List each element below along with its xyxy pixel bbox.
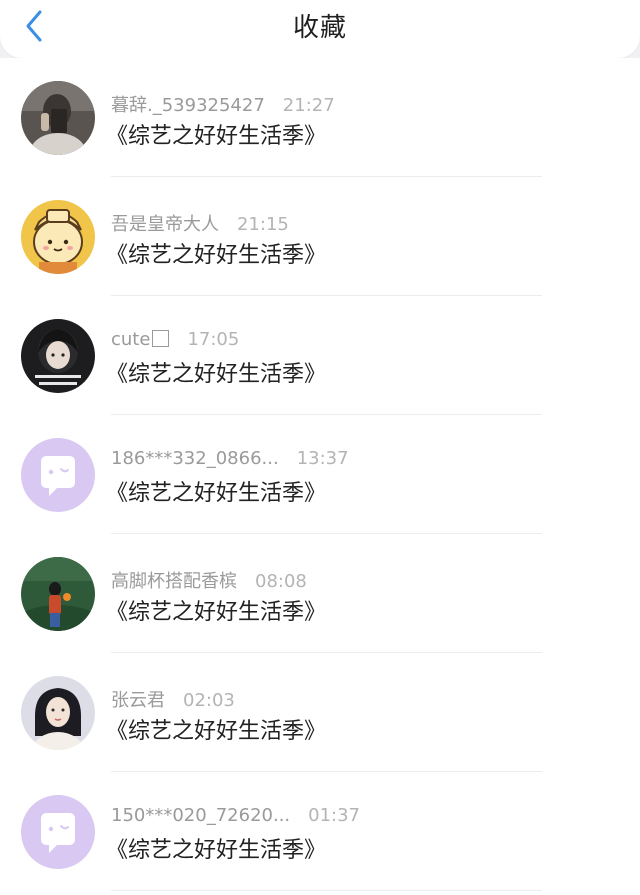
default-chat-bubble-icon: [21, 795, 95, 869]
timestamp: 08:08: [255, 571, 307, 592]
timestamp: 21:15: [237, 214, 289, 235]
avatar[interactable]: [21, 795, 95, 869]
item-meta: cute 17:05: [111, 329, 239, 350]
default-chat-bubble-icon: [21, 438, 95, 512]
item-meta: 吾是皇帝大人 21:15: [111, 210, 289, 236]
avatar[interactable]: [21, 557, 95, 631]
list-item[interactable]: 张云君 02:03 《综艺之好好生活季》: [0, 653, 640, 772]
avatar[interactable]: [21, 438, 95, 512]
item-content[interactable]: 《综艺之好好生活季》: [106, 118, 326, 150]
username[interactable]: 张云君: [111, 690, 165, 711]
avatar[interactable]: [21, 319, 95, 393]
username[interactable]: 高脚杯搭配香槟: [111, 571, 237, 592]
timestamp: 13:37: [296, 448, 349, 469]
list-item[interactable]: 暮辞._539325427 21:27 《综艺之好好生活季》: [0, 58, 640, 177]
divider: [111, 890, 542, 891]
item-content[interactable]: 《综艺之好好生活季》: [106, 832, 326, 864]
timestamp: 02:03: [183, 690, 235, 711]
timestamp: 17:05: [187, 329, 240, 350]
timestamp: 01:37: [308, 805, 361, 826]
item-content[interactable]: 《综艺之好好生活季》: [106, 237, 326, 269]
avatar[interactable]: [21, 676, 95, 750]
item-meta: 高脚杯搭配香槟 08:08: [111, 567, 307, 593]
list-item[interactable]: 150***020_72620... 01:37 《综艺之好好生活季》: [0, 772, 640, 891]
item-meta: 张云君 02:03: [111, 686, 235, 712]
list-item[interactable]: 吾是皇帝大人 21:15 《综艺之好好生活季》: [0, 177, 640, 296]
avatar[interactable]: [21, 200, 95, 274]
missing-glyph-icon: [152, 330, 170, 347]
username[interactable]: 吾是皇帝大人: [111, 214, 219, 235]
item-meta: 暮辞._539325427 21:27: [111, 91, 335, 117]
timestamp: 21:27: [282, 95, 335, 116]
username[interactable]: 186***332_0866...: [111, 448, 279, 469]
list-item[interactable]: 186***332_0866... 13:37 《综艺之好好生活季》: [0, 415, 640, 534]
username[interactable]: cute: [111, 329, 150, 350]
item-meta: 150***020_72620... 01:37: [111, 805, 360, 826]
item-content[interactable]: 《综艺之好好生活季》: [106, 713, 326, 745]
list-item[interactable]: 高脚杯搭配香槟 08:08 《综艺之好好生活季》: [0, 534, 640, 653]
username[interactable]: 150***020_72620...: [111, 805, 290, 826]
item-content[interactable]: 《综艺之好好生活季》: [106, 475, 326, 507]
list-item[interactable]: cute 17:05 《综艺之好好生活季》: [0, 296, 640, 415]
top-bar: 收藏: [0, 0, 640, 58]
page-title: 收藏: [292, 13, 347, 43]
avatar[interactable]: [21, 81, 95, 155]
favorites-list: 暮辞._539325427 21:27 《综艺之好好生活季》 吾是皇帝大人 21:1…: [0, 58, 640, 895]
item-meta: 186***332_0866... 13:37: [111, 448, 349, 469]
username[interactable]: 暮辞._539325427: [111, 95, 265, 116]
item-content[interactable]: 《综艺之好好生活季》: [106, 356, 326, 388]
item-content[interactable]: 《综艺之好好生活季》: [106, 594, 326, 626]
